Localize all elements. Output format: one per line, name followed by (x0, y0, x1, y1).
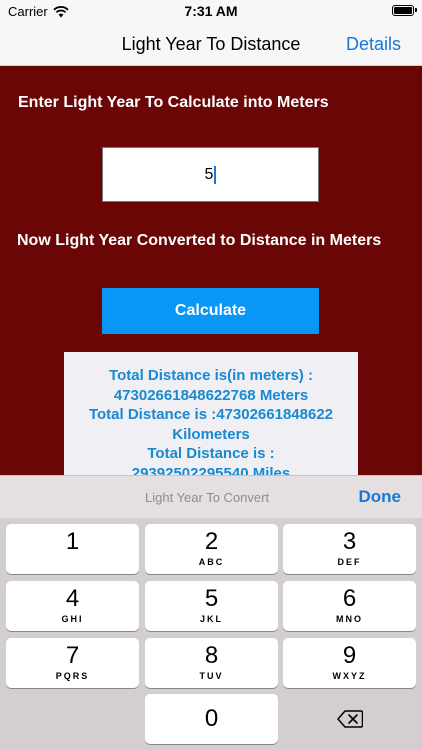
key-digit: 2 (204, 528, 219, 555)
key-letters: ABC (198, 557, 225, 567)
key-0[interactable]: 0 (145, 694, 278, 744)
delete-key[interactable] (283, 694, 416, 744)
key-digit: 1 (65, 528, 80, 555)
key-letters: GHI (61, 614, 84, 624)
result-line: 47302661848622768 Meters (113, 386, 309, 404)
key-digit: 0 (204, 705, 219, 732)
result-line: Kilometers (172, 425, 250, 443)
calculate-button[interactable]: Calculate (102, 288, 319, 334)
key-2[interactable]: 2 ABC (145, 524, 278, 574)
key-letters: MNO (336, 614, 363, 624)
result-line: Total Distance is(in meters) : (109, 367, 313, 384)
number-pad: 1 2 ABC 3 DEF 4 GHI 5 JKL 6 MNO 7 PQRS 8… (0, 518, 422, 750)
key-7[interactable]: 7 PQRS (6, 638, 139, 688)
details-button[interactable]: Details (346, 34, 401, 55)
text-caret (214, 165, 217, 184)
light-year-input[interactable]: 5 (102, 147, 319, 202)
key-digit: 3 (342, 528, 357, 555)
key-letters: TUV (199, 671, 224, 681)
key-digit: 4 (65, 585, 80, 612)
key-9[interactable]: 9 WXYZ (283, 638, 416, 688)
accessory-placeholder: Light Year To Convert (145, 490, 270, 505)
key-digit: 5 (204, 585, 219, 612)
key-5[interactable]: 5 JKL (145, 581, 278, 631)
status-bar: Carrier 7:31 AM (0, 0, 422, 22)
result-heading: Now Light Year Converted to Distance in … (17, 232, 382, 249)
key-3[interactable]: 3 DEF (283, 524, 416, 574)
nav-bar: Light Year To Distance Details (0, 22, 422, 66)
input-value: 5 (204, 165, 214, 183)
key-digit: 7 (65, 642, 80, 669)
key-4[interactable]: 4 GHI (6, 581, 139, 631)
key-letters: PQRS (55, 671, 90, 681)
key-letters: WXYZ (332, 671, 367, 681)
prompt-label: Enter Light Year To Calculate into Meter… (18, 94, 329, 111)
status-time: 7:31 AM (184, 3, 238, 19)
key-6[interactable]: 6 MNO (283, 581, 416, 631)
key-digit: 6 (342, 585, 357, 612)
key-8[interactable]: 8 TUV (145, 638, 278, 688)
battery-icon (392, 5, 417, 16)
keyboard-accessory-bar: Light Year To Convert Done (0, 475, 422, 518)
result-line: Total Distance is : (147, 445, 275, 462)
result-line: Total Distance is :47302661848622 (88, 406, 334, 423)
key-digit: 9 (342, 642, 357, 669)
key-digit: 8 (204, 642, 219, 669)
key-letters: JKL (199, 614, 223, 624)
calculate-button-label: Calculate (174, 302, 247, 319)
done-button[interactable]: Done (359, 487, 402, 507)
backspace-icon (336, 710, 363, 728)
main-content: Enter Light Year To Calculate into Meter… (0, 66, 422, 541)
key-1[interactable]: 1 (6, 524, 139, 574)
key-letters: DEF (337, 557, 362, 567)
